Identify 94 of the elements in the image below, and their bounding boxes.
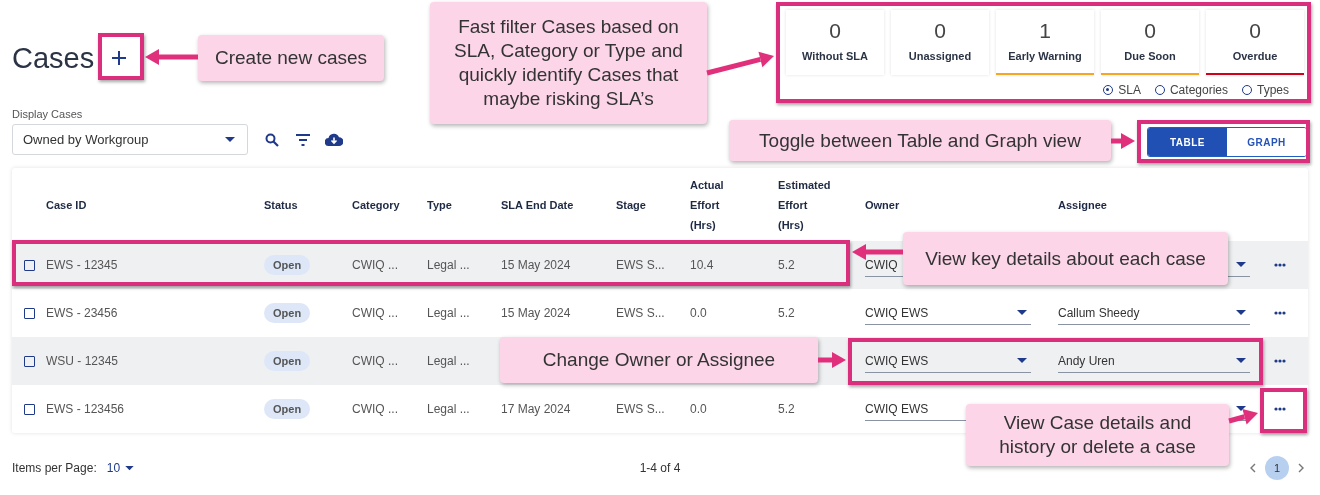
filter-icon	[295, 133, 311, 146]
plus-icon	[111, 50, 128, 66]
callout-tooltip: View key details about each case	[903, 232, 1228, 285]
filter-card[interactable]: 0 Unassigned	[891, 10, 989, 75]
checkbox[interactable]	[24, 308, 35, 320]
highlight-frame	[98, 33, 144, 80]
callout-tooltip: View Case details and history or delete a case	[966, 404, 1229, 466]
chevron-right-icon	[1298, 463, 1304, 473]
table-cell: EWS - 123456	[46, 402, 125, 416]
page-button[interactable]: 1	[1265, 456, 1289, 480]
table-cell: 5.2	[778, 258, 795, 272]
chevron-left-icon	[1250, 463, 1256, 473]
checkbox[interactable]	[24, 404, 35, 416]
table-cell: CWIQ ...	[352, 402, 398, 416]
table-cell: EWS S...	[616, 402, 665, 416]
more-icon	[1274, 311, 1286, 315]
caret-icon	[125, 465, 135, 471]
checkbox[interactable]	[24, 260, 35, 272]
more-icon	[1274, 359, 1286, 363]
callout-tooltip: Create new cases	[198, 35, 384, 81]
table-cell: Legal ...	[427, 306, 470, 320]
filter-card[interactable]: 1 Early Warning	[996, 10, 1094, 75]
filter-card[interactable]: 0 Overdue	[1206, 10, 1304, 75]
table-cell: EWS - 12345	[46, 258, 118, 272]
table-cell: 0.0	[690, 402, 707, 416]
column-header: Actual Effort (Hrs)	[690, 177, 725, 233]
highlight-frame	[1260, 388, 1307, 433]
more-icon	[1274, 407, 1286, 411]
status-badge: Open	[264, 351, 311, 371]
display-dropdown[interactable]: Owned by Workgroup	[12, 124, 248, 155]
table-cell: Legal ...	[427, 402, 470, 416]
table-cell: CWIQ ...	[352, 354, 398, 368]
column-header: Assignee	[1058, 197, 1107, 213]
table-cell: WSU - 12345	[46, 354, 119, 368]
table-cell: 15 May 2024	[501, 258, 571, 272]
owner-dropdown[interactable]: CWIQ EWS	[865, 349, 1031, 373]
column-header: Estimated Effort (Hrs)	[778, 177, 832, 233]
column-header: Category	[352, 197, 400, 213]
arrow	[852, 244, 903, 260]
column-header: Owner	[865, 197, 900, 213]
column-header: SLA End Date	[501, 197, 574, 213]
filter-card[interactable]: 0 Without SLA	[786, 10, 884, 75]
callout-tooltip: Toggle between Table and Graph view	[729, 120, 1111, 161]
page-range: 1-4 of 4	[639, 461, 681, 475]
cloud-download-icon	[325, 133, 343, 146]
column-header: Case ID	[46, 197, 87, 213]
column-header: Status	[264, 197, 298, 213]
table-cell: Legal ...	[427, 258, 470, 272]
arrow	[145, 49, 198, 65]
more-icon	[1274, 263, 1286, 267]
caret-icon	[225, 136, 235, 143]
table-cell: 10.4	[690, 258, 714, 272]
callout-tooltip: Fast filter Cases based on SLA, Category or Type and quickly identify Cases that maybe risking SLA’s	[430, 2, 707, 124]
caret-icon	[1017, 309, 1027, 316]
table-cell: 17 May 2024	[501, 402, 571, 416]
radio-option[interactable]: Categories	[1154, 83, 1228, 97]
assignee-dropdown[interactable]: Andy Uren	[1058, 349, 1250, 373]
table-cell: 15 May 2024	[501, 306, 571, 320]
table-cell: 0.0	[690, 306, 707, 320]
table-cell: EWS S...	[616, 258, 665, 272]
column-header: Type	[427, 197, 452, 213]
view-tab[interactable]: TABLE	[1148, 128, 1227, 156]
arrow	[1111, 133, 1135, 149]
caret-icon	[1236, 261, 1246, 268]
assignee-dropdown[interactable]: Callum Sheedy	[1058, 301, 1250, 325]
table-cell: CWIQ ...	[352, 258, 398, 272]
caret-icon	[1236, 357, 1246, 364]
table-cell: EWS - 23456	[46, 306, 118, 320]
column-header: Stage	[616, 197, 646, 213]
arrow	[818, 352, 846, 368]
page-title: Cases	[12, 41, 95, 75]
caret-icon	[1236, 405, 1246, 412]
caret-icon	[1236, 309, 1246, 316]
status-badge: Open	[264, 303, 311, 323]
items-per-page-label: Items per Page:	[12, 461, 97, 475]
items-per-page-dropdown[interactable]: 10	[106, 461, 135, 475]
arrow	[1228, 409, 1258, 425]
arrow	[706, 51, 774, 76]
owner-dropdown[interactable]: CWIQ EWS	[865, 301, 1031, 325]
callout-tooltip: Change Owner or Assignee	[500, 337, 818, 383]
filter-card[interactable]: 0 Due Soon	[1101, 10, 1199, 75]
table-cell: CWIQ ...	[352, 306, 398, 320]
table-cell: 5.2	[778, 402, 795, 416]
radio-option[interactable]: SLA	[1103, 83, 1141, 97]
caret-icon	[1017, 357, 1027, 364]
search-icon	[265, 132, 279, 147]
table-cell: EWS S...	[616, 306, 665, 320]
status-badge: Open	[264, 399, 311, 419]
checkbox[interactable]	[24, 356, 35, 368]
table-cell: 5.2	[778, 306, 795, 320]
field-label: Display Cases	[12, 108, 84, 122]
status-badge: Open	[264, 255, 311, 275]
radio-option[interactable]: Types	[1242, 83, 1289, 97]
table-cell: Legal ...	[427, 354, 470, 368]
